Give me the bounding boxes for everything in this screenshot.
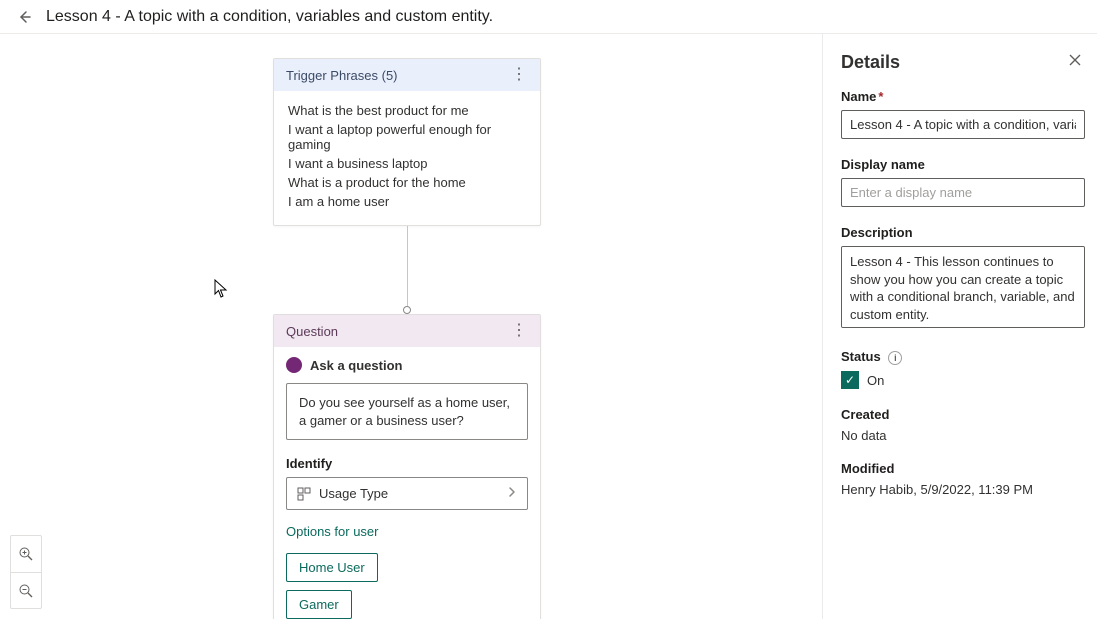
- back-button[interactable]: [8, 1, 40, 33]
- entity-icon: [297, 487, 311, 501]
- description-input[interactable]: [841, 246, 1085, 328]
- trigger-count: (5): [382, 68, 398, 83]
- trigger-label: Trigger Phrases: [286, 68, 378, 83]
- close-icon: [1068, 53, 1082, 67]
- options-for-user-link[interactable]: Options for user: [286, 524, 528, 539]
- option-chip[interactable]: Gamer: [286, 590, 352, 619]
- identify-value: Usage Type: [319, 486, 388, 501]
- zoom-controls: [10, 535, 42, 609]
- trigger-more-button[interactable]: ⋮: [510, 67, 528, 83]
- zoom-out-button[interactable]: [11, 572, 41, 608]
- modified-value: Henry Habib, 5/9/2022, 11:39 PM: [841, 482, 1085, 497]
- trigger-phrase: I am a home user: [288, 192, 526, 211]
- chevron-right-icon: [507, 486, 517, 501]
- arrow-left-icon: [16, 9, 32, 25]
- add-node-handle[interactable]: [403, 306, 411, 314]
- close-button[interactable]: [1065, 50, 1085, 70]
- modified-label: Modified: [841, 461, 1085, 476]
- question-node[interactable]: Question ⋮ Ask a question Do you see you…: [273, 314, 541, 619]
- cursor-icon: [214, 279, 228, 299]
- trigger-phrase: What is the best product for me: [288, 101, 526, 120]
- ask-question-row: Ask a question: [286, 357, 528, 373]
- trigger-phrase: I want a laptop powerful enough for gami…: [288, 120, 526, 154]
- display-name-label: Display name: [841, 157, 1085, 172]
- trigger-body: What is the best product for me I want a…: [274, 91, 540, 225]
- status-label: Status i: [841, 349, 1085, 365]
- details-panel: Details Name* Display name Description S…: [822, 34, 1097, 619]
- trigger-phrase: I want a business laptop: [288, 154, 526, 173]
- trigger-node-header: Trigger Phrases (5) ⋮: [274, 59, 540, 91]
- identify-dropdown[interactable]: Usage Type: [286, 477, 528, 510]
- status-checkbox[interactable]: ✓: [841, 371, 859, 389]
- question-header-label: Question: [286, 324, 338, 339]
- created-label: Created: [841, 407, 1085, 422]
- question-node-header: Question ⋮: [274, 315, 540, 347]
- zoom-out-icon: [18, 583, 34, 599]
- connector: [273, 226, 541, 314]
- question-more-button[interactable]: ⋮: [510, 323, 528, 339]
- details-title: Details: [841, 52, 1085, 73]
- name-label: Name*: [841, 89, 1085, 104]
- description-label: Description: [841, 225, 1085, 240]
- display-name-input[interactable]: [841, 178, 1085, 207]
- page-title: Lesson 4 - A topic with a condition, var…: [46, 8, 493, 26]
- question-text-input[interactable]: Do you see yourself as a home user, a ga…: [286, 383, 528, 440]
- identify-label: Identify: [286, 456, 528, 471]
- option-chip[interactable]: Home User: [286, 553, 378, 582]
- authoring-canvas[interactable]: Trigger Phrases (5) ⋮ What is the best p…: [0, 34, 822, 619]
- status-value: On: [867, 373, 884, 388]
- ask-question-label: Ask a question: [310, 358, 402, 373]
- info-icon[interactable]: i: [888, 351, 902, 365]
- zoom-in-icon: [18, 546, 34, 562]
- question-icon: [286, 357, 302, 373]
- trigger-phrase: What is a product for the home: [288, 173, 526, 192]
- header-bar: Lesson 4 - A topic with a condition, var…: [0, 0, 1097, 34]
- zoom-in-button[interactable]: [11, 536, 41, 572]
- trigger-node[interactable]: Trigger Phrases (5) ⋮ What is the best p…: [273, 58, 541, 226]
- created-value: No data: [841, 428, 1085, 443]
- name-input[interactable]: [841, 110, 1085, 139]
